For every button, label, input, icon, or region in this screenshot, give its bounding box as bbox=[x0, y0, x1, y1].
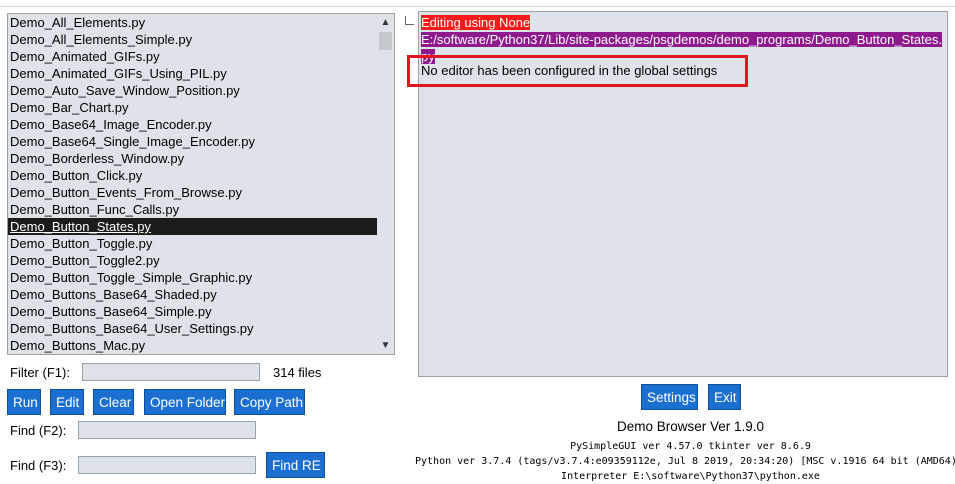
file-list-item[interactable]: Demo_Borderless_Window.py bbox=[8, 150, 379, 167]
find-re-input[interactable] bbox=[78, 456, 256, 474]
copy-path-button[interactable]: Copy Path bbox=[234, 389, 305, 415]
file-list-item[interactable]: Demo_All_Elements_Simple.py bbox=[8, 31, 379, 48]
file-list-item[interactable]: Demo_Buttons_Base64_Simple.py bbox=[8, 303, 379, 320]
browser-version: Demo Browser Ver 1.9.0 bbox=[616, 419, 765, 434]
file-list-item[interactable]: Demo_Buttons_Base64_Shaded.py bbox=[8, 286, 379, 303]
annotation-highlight-box bbox=[407, 55, 748, 87]
find-input[interactable] bbox=[78, 421, 256, 439]
top-divider bbox=[0, 6, 955, 7]
file-list-item[interactable]: Demo_Base64_Single_Image_Encoder.py bbox=[8, 133, 379, 150]
filter-input[interactable] bbox=[82, 363, 260, 381]
edit-button[interactable]: Edit bbox=[50, 389, 84, 415]
editing-message: Editing using None bbox=[421, 15, 531, 30]
file-list-item[interactable]: Demo_Button_States.py bbox=[8, 218, 379, 235]
scroll-up-icon[interactable]: ▲ bbox=[377, 14, 394, 31]
find-re-button[interactable]: Find RE bbox=[266, 452, 325, 478]
filter-label: Filter (F1): bbox=[10, 365, 70, 380]
open-folder-button[interactable]: Open Folder bbox=[144, 389, 226, 415]
file-list-item[interactable]: Demo_Animated_GIFs_Using_PIL.py bbox=[8, 65, 379, 82]
clear-button[interactable]: Clear bbox=[93, 389, 134, 415]
file-list-item[interactable]: Demo_Buttons_Base64_User_Settings.py bbox=[8, 320, 379, 337]
settings-button[interactable]: Settings bbox=[641, 384, 698, 410]
file-list-item[interactable]: Demo_Button_Events_From_Browse.py bbox=[8, 184, 379, 201]
file-path-line: E:/software/Python37/Lib/site-packages/p… bbox=[421, 32, 943, 47]
file-list-item[interactable]: Demo_Base64_Image_Encoder.py bbox=[8, 116, 379, 133]
file-list-items: Demo_All_Elements.py Demo_All_Elements_Si… bbox=[8, 14, 379, 354]
file-list-item[interactable]: Demo_Button_Func_Calls.py bbox=[8, 201, 379, 218]
file-listbox[interactable]: Demo_All_Elements.py Demo_All_Elements_Si… bbox=[7, 13, 395, 355]
file-list-item[interactable]: Demo_Button_Toggle_Simple_Graphic.py bbox=[8, 269, 379, 286]
interpreter-path: Interpreter E:\software\Python37\python.… bbox=[561, 471, 820, 482]
file-list-item[interactable]: Demo_All_Elements.py bbox=[8, 14, 379, 31]
file-list-scrollbar[interactable]: ▲ ▼ bbox=[377, 14, 394, 354]
find-label: Find (F2): bbox=[10, 423, 67, 438]
file-list-item[interactable]: Demo_Button_Toggle.py bbox=[8, 235, 379, 252]
file-count: 314 files bbox=[273, 365, 322, 380]
file-list-item[interactable]: Demo_Bar_Chart.py bbox=[8, 99, 379, 116]
file-list-item[interactable]: Demo_Button_Toggle2.py bbox=[8, 252, 379, 269]
scroll-down-icon[interactable]: ▼ bbox=[377, 337, 394, 354]
run-button[interactable]: Run bbox=[7, 389, 41, 415]
exit-button[interactable]: Exit bbox=[708, 384, 741, 410]
psg-tk-versions: PySimpleGUI ver 4.57.0 tkinter ver 8.6.9 bbox=[570, 441, 811, 452]
file-list-item[interactable]: Demo_Button_Click.py bbox=[8, 167, 379, 184]
file-list-item[interactable]: Demo_Auto_Save_Window_Position.py bbox=[8, 82, 379, 99]
python-version: Python ver 3.7.4 (tags/v3.7.4:e09359112e… bbox=[415, 456, 955, 467]
file-list-item[interactable]: Demo_Animated_GIFs.py bbox=[8, 48, 379, 65]
file-list-item[interactable]: Demo_Buttons_Mac.py bbox=[8, 337, 379, 354]
scroll-thumb[interactable] bbox=[379, 32, 392, 50]
find-re-label: Find (F3): bbox=[10, 458, 67, 473]
sizegrip-icon bbox=[405, 16, 414, 25]
